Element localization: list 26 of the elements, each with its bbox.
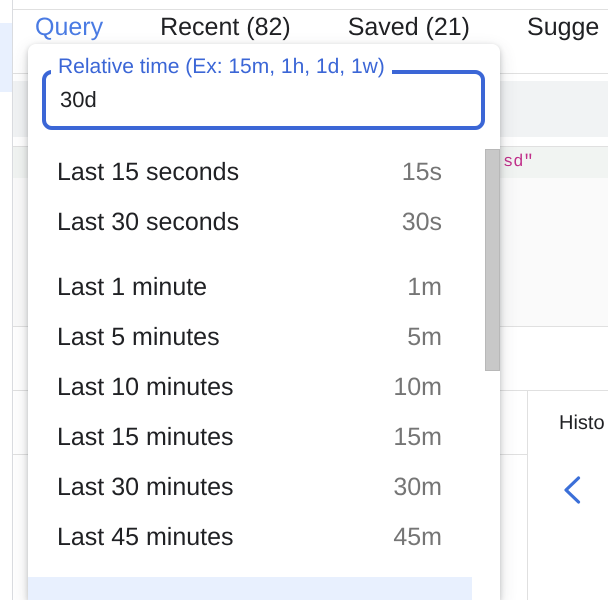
menu-item[interactable]: Last 10 minutes 10m <box>28 362 472 412</box>
tab[interactable]: Query <box>35 13 104 42</box>
tab[interactable]: Sugge <box>527 13 600 42</box>
shortcut-text: 30m <box>393 472 442 502</box>
shortcut-text: 15s <box>402 158 442 186</box>
chevron-left-icon[interactable] <box>563 476 581 504</box>
scrollbar[interactable] <box>485 149 500 371</box>
menu-item[interactable]: Last 15 minutes 15m <box>28 412 472 462</box>
shortcut-text: 30s <box>402 208 442 236</box>
menu-item[interactable]: Last 5 minutes 5m <box>28 312 472 362</box>
menu-item[interactable]: Last 1 minute 1m <box>28 262 472 312</box>
menu-item[interactable]: Last 30 minutes 30m <box>28 462 472 512</box>
shortcut-text: 45m <box>393 522 442 552</box>
menu-item[interactable]: Last 45 minutes 45m <box>28 512 472 562</box>
shortcut-text: 5m <box>407 322 442 352</box>
shortcut-text: 15m <box>393 422 442 452</box>
field-label: Relative time (Ex: 15m, 1h, 1d, 1w) <box>51 55 392 79</box>
panel-title: Histo <box>559 411 605 435</box>
tab[interactable]: Saved (21) <box>348 13 470 42</box>
code-text: sd" <box>503 153 534 172</box>
shortcut-text: 10m <box>393 372 442 402</box>
tab[interactable]: Recent (82) <box>160 13 291 42</box>
menu-item[interactable] <box>28 577 472 600</box>
menu-item[interactable]: Last 15 seconds 15s <box>28 147 472 197</box>
shortcut-text: 1m <box>407 272 442 302</box>
menu-item[interactable]: Last 30 seconds 30s <box>28 197 472 247</box>
